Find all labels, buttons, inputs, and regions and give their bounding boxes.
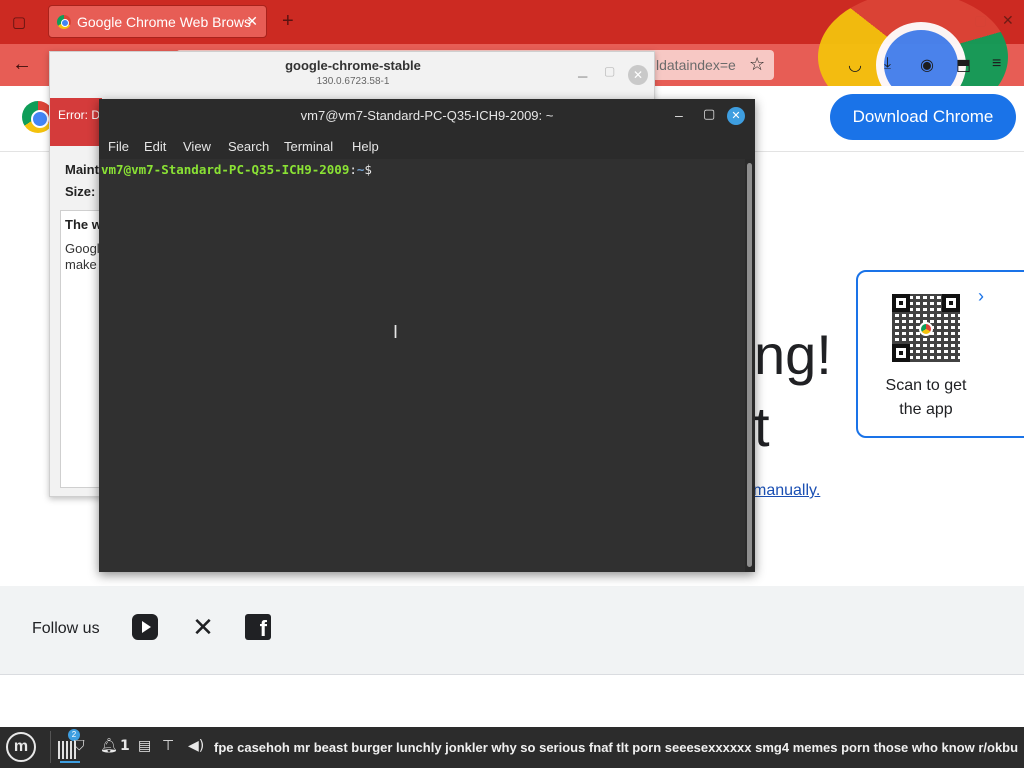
hamburger-menu-icon[interactable]: ≡ [992,55,1001,73]
shell-prompt: vm7@vm7-Standard-PC-Q35-ICH9-2009:~$ [101,162,372,177]
close-icon[interactable]: ✕ [727,107,745,125]
shield-icon[interactable]: ⛉ [74,738,85,754]
chevron-right-icon[interactable]: › [978,286,984,307]
terminal-titlebar[interactable]: vm7@vm7-Standard-PC-Q35-ICH9-2009: ~ – ▢… [99,99,755,133]
terminal-window[interactable]: vm7@vm7-Standard-PC-Q35-ICH9-2009: ~ – ▢… [99,99,755,572]
star-icon[interactable]: ☆ [749,54,765,75]
new-tab-icon[interactable]: + [282,10,294,33]
qr-finder [892,344,910,362]
extensions-icon[interactable]: ⬒ [956,55,971,75]
menu-help[interactable]: Help [352,139,379,154]
ibeam-cursor-icon: I [393,322,399,342]
tab-list-icon[interactable]: ▢ [8,11,30,33]
notification-icon[interactable]: 🔔︎ [100,738,118,754]
scrollbar-thumb[interactable] [747,163,752,567]
menu-file[interactable]: File [108,139,129,154]
chrome-qr-logo-icon [919,322,933,336]
footer-divider [0,674,1024,675]
close-window-icon[interactable]: ✕ [1002,12,1014,29]
taskbar: m 2 ⛉ 🔔︎ 1 ▤ ⊤ ◀︎) fpe casehoh mr beast … [0,727,1024,768]
clipboard-icon[interactable]: ▤ [138,738,151,754]
download-manually-link[interactable]: manually. [753,482,820,500]
terminal-scrollbar[interactable] [745,159,755,572]
terminal-menubar: File Edit View Search Terminal Help [99,133,755,159]
menu-view[interactable]: View [183,139,211,154]
mint-menu-icon[interactable]: m [6,732,36,762]
error-banner: Error: D [50,98,102,146]
description-heading: The w [65,217,102,232]
chrome-favicon-icon [57,15,71,29]
panel-marquee-text: fpe casehoh mr beast burger lunchly jonk… [214,740,1019,755]
qr-caption: Scan to get the app [885,377,967,418]
qr-finder [892,294,910,312]
volume-icon[interactable]: ◀︎) [188,738,204,754]
network-icon[interactable]: ⊤ [162,738,174,754]
minimize-icon[interactable]: ▁ [578,64,587,78]
menu-terminal[interactable]: Terminal [284,139,333,154]
terminal-title: vm7@vm7-Standard-PC-Q35-ICH9-2009: ~ [300,108,554,123]
taskbar-separator [50,731,51,763]
maximize-icon[interactable]: ▢ [604,64,615,78]
tab-title: Google Chrome Web Brows [77,13,252,30]
youtube-icon[interactable] [132,614,158,640]
footer: Follow us ✕ f [0,586,1024,674]
active-indicator [60,761,80,763]
download-icon[interactable]: ⤓ [884,55,891,73]
installer-close-icon[interactable]: ✕ [628,65,648,85]
account-icon[interactable]: ◉ [920,55,934,75]
browser-tab[interactable]: Google Chrome Web Brows ✕ [48,5,267,38]
workspace-number[interactable]: 1 [120,738,130,754]
download-chrome-button[interactable]: Download Chrome [830,94,1016,140]
menu-search[interactable]: Search [228,139,269,154]
hero-text-partial-1: ng! [754,323,832,386]
x-icon[interactable]: ✕ [190,614,216,640]
facebook-icon[interactable]: f [245,614,271,641]
hero-text-partial-2: t [754,395,770,458]
pocket-icon[interactable]: ◡ [848,55,862,75]
close-tab-icon[interactable]: ✕ [246,13,258,30]
minimize-icon[interactable]: – [675,107,683,123]
url-text: ldataindex=e [656,57,736,73]
installer-title: google-chrome-stable [285,58,421,73]
maintainer-label: Maint [65,162,99,177]
follow-us-label: Follow us [32,620,100,637]
description-text: Googl make [65,241,100,272]
qr-card[interactable]: › Scan to get the app [856,270,1024,438]
size-label: Size: [65,184,96,199]
terminal-body[interactable]: vm7@vm7-Standard-PC-Q35-ICH9-2009:~$ I [99,159,745,572]
maximize-icon[interactable]: ▢ [703,106,715,122]
back-icon[interactable]: ← [12,53,32,76]
menu-edit[interactable]: Edit [144,139,166,154]
installer-version: 130.0.6723.58-1 [316,76,390,87]
qr-finder [942,294,960,312]
